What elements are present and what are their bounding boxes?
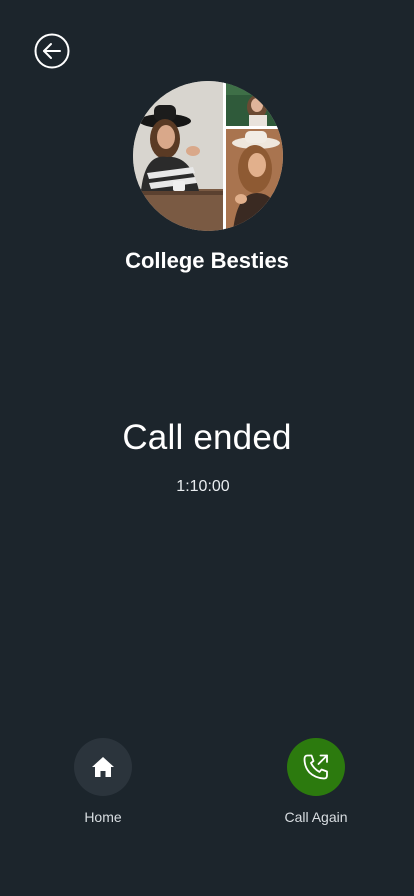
call-status: Call ended <box>122 418 292 457</box>
back-button[interactable] <box>34 33 70 69</box>
phone-outgoing-icon <box>303 754 328 780</box>
call-again-action: Call Again <box>256 738 376 825</box>
home-action: Home <box>43 738 163 825</box>
home-label: Home <box>84 809 122 825</box>
call-duration: 1:10:00 <box>176 478 230 495</box>
group-photo-collage <box>133 81 283 231</box>
home-icon <box>92 757 114 777</box>
home-button[interactable] <box>74 738 132 796</box>
contact-name: College Besties <box>125 248 289 273</box>
group-avatar <box>133 81 283 231</box>
arrow-left-circle-icon <box>34 33 70 69</box>
call-again-button[interactable] <box>287 738 345 796</box>
call-again-label: Call Again <box>284 809 348 825</box>
